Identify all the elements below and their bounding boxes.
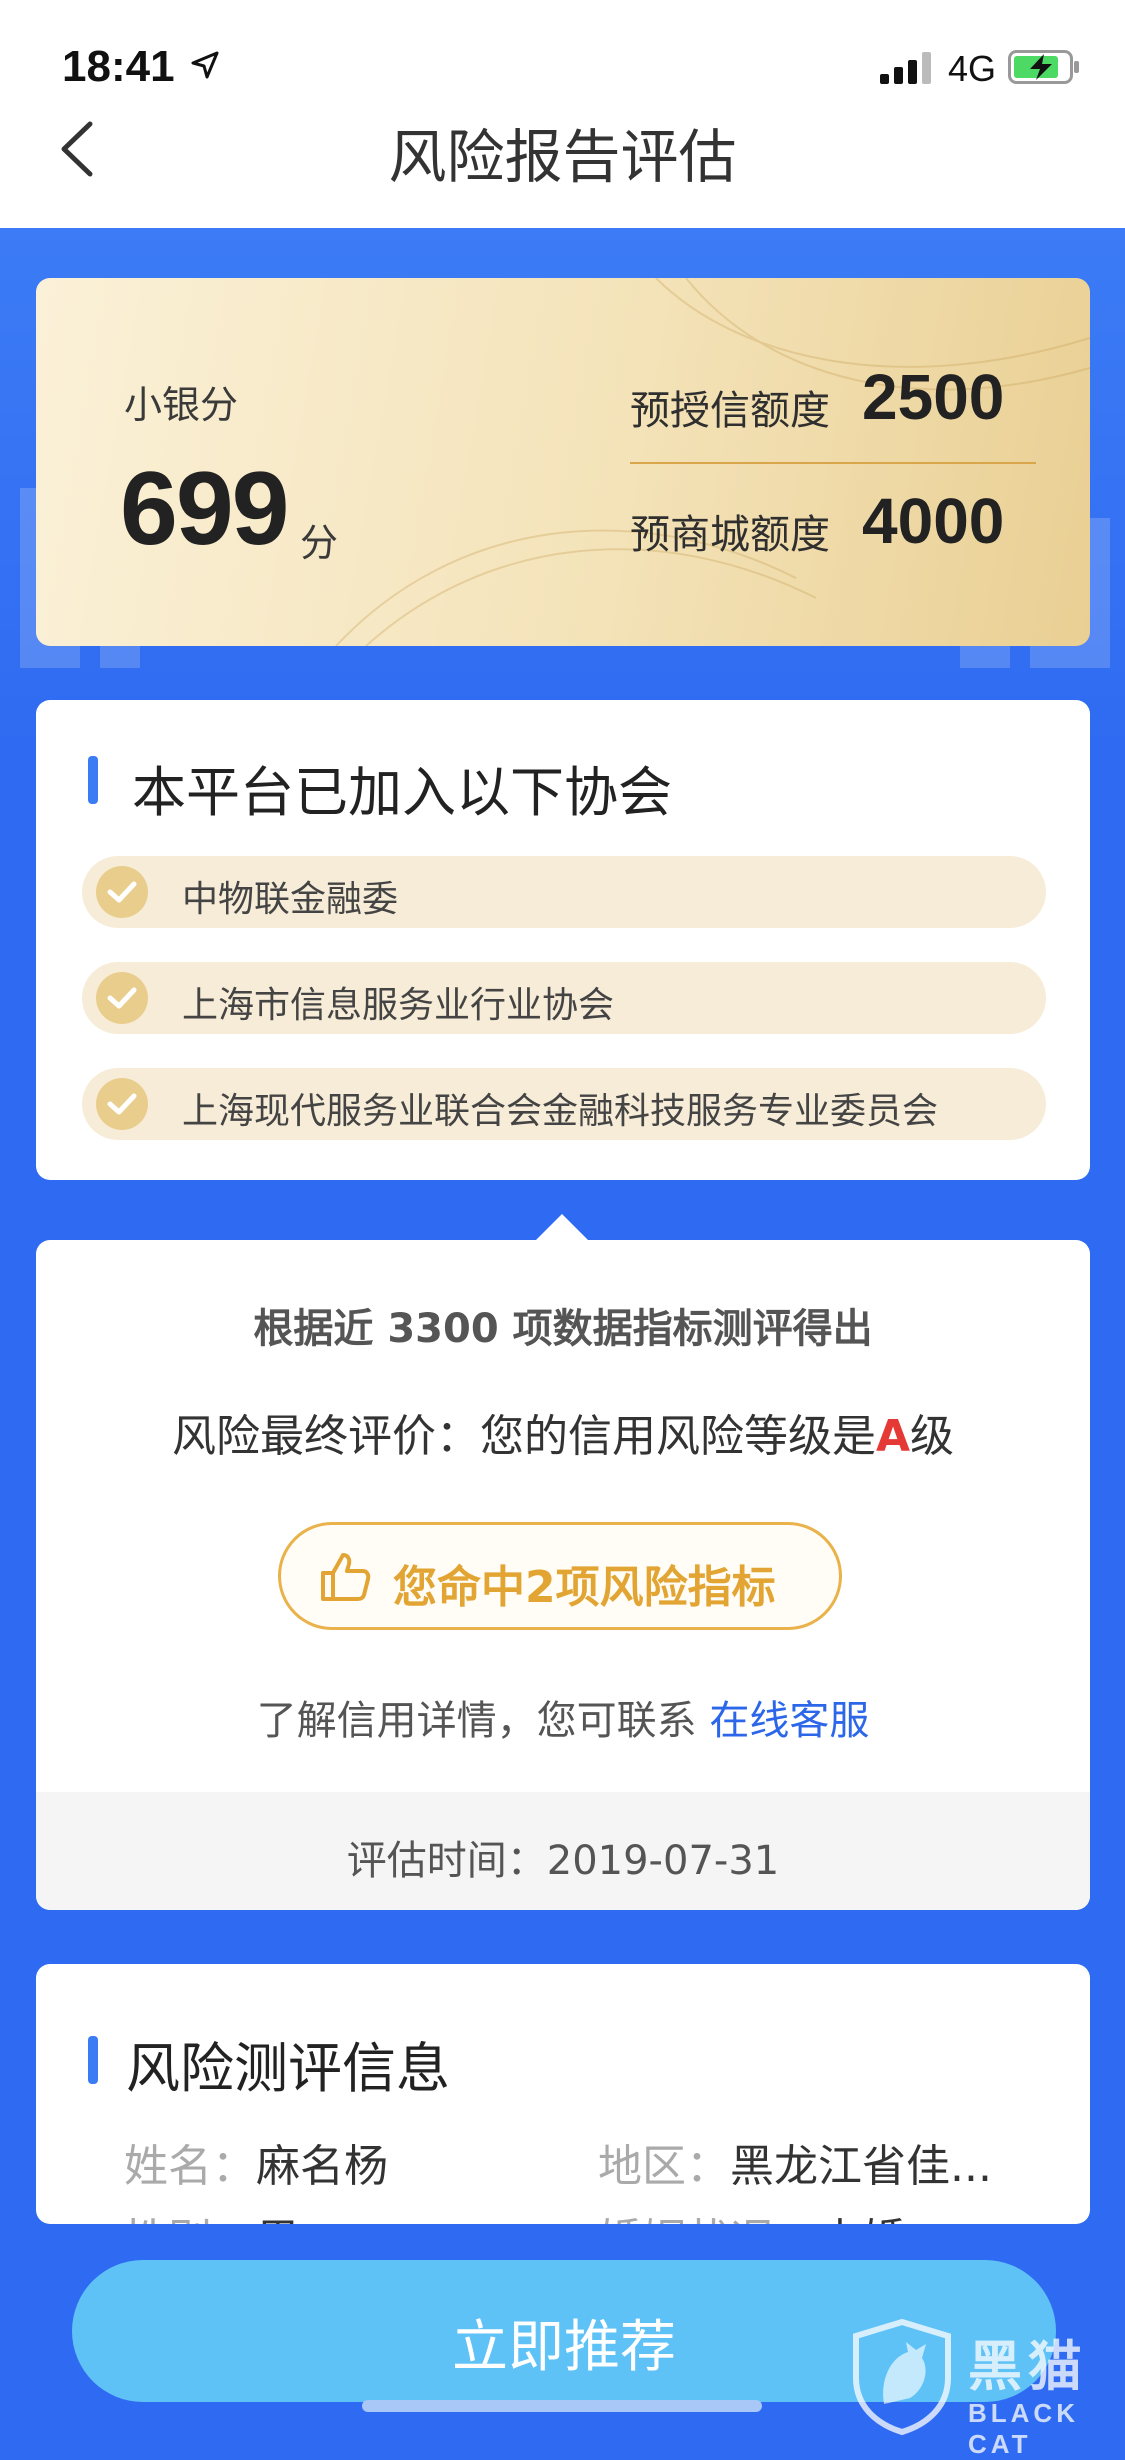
check-icon (96, 866, 148, 918)
info-key: 地区： (598, 2141, 730, 2192)
black-cat-watermark: 黑猫 BLACK CAT (850, 2318, 1120, 2459)
info-value: 麻名杨 (256, 2141, 388, 2192)
section-accent-bar (88, 2036, 98, 2084)
credit-score-card: 小银分 699 分 预授信额度 2500 预商城额度 4000 (36, 278, 1090, 646)
info-value: 黑龙江省佳... (730, 2141, 992, 2192)
info-region-row: 地区：黑龙江省佳... (598, 2130, 992, 2194)
association-item: 上海市信息服务业行业协会 (82, 962, 1046, 1034)
result-subtitle: 根据近 3300 项数据指标测评得出 (253, 1306, 873, 1352)
battery-charging-icon (1008, 50, 1079, 84)
shield-cat-icon (853, 2318, 951, 2436)
risk-info-card: 风险测评信息 姓名：麻名杨 地区：黑龙江省佳... 性别：男 婚姻状况：未婚 (36, 1964, 1090, 2224)
network-label: 4G (948, 48, 997, 89)
home-indicator (362, 2400, 762, 2412)
mall-limit-value: 4000 (862, 485, 1005, 557)
evaluation-time-bar: 评估时间：2019-07-31 (36, 1792, 1090, 1910)
card-divider (630, 462, 1036, 464)
watermark-cn: 黑猫 (968, 2335, 1088, 2398)
info-value: 男 (256, 2215, 300, 2224)
info-title: 风险测评信息 (126, 2037, 450, 2100)
credit-limit-value: 2500 (862, 361, 1005, 433)
location-arrow-icon (191, 51, 219, 79)
risk-final-evaluation: 风险最终评价：您的信用风险等级是A级 (36, 1400, 1090, 1464)
top-bar: 18:41 4G 风险报告评估 (0, 0, 1125, 228)
info-name-row: 姓名：麻名杨 (124, 2130, 388, 2194)
info-key: 婚姻状况： (598, 2215, 818, 2224)
score-label: 小银分 (124, 383, 239, 427)
signal-icon (880, 52, 931, 84)
score-value: 699 (120, 451, 290, 567)
score-unit: 分 (300, 521, 339, 565)
thumbs-up-icon (321, 1553, 371, 1601)
association-item: 上海现代服务业联合会金融科技服务专业委员会 (82, 1068, 1046, 1140)
online-support-link[interactable]: 在线客服 (709, 1698, 869, 1744)
risk-final-prefix: 风险最终评价：您的信用风险等级是 (171, 1411, 876, 1462)
risk-final-suffix: 级 (910, 1411, 955, 1462)
mall-limit-label: 预商城额度 (630, 512, 830, 558)
info-key: 姓名： (124, 2141, 256, 2192)
contact-line: 了解信用详情，您可联系 在线客服 (36, 1688, 1090, 1746)
page-title: 风险报告评估 (388, 123, 737, 191)
info-value: 未婚 (818, 2215, 906, 2224)
section-accent-bar (88, 756, 98, 804)
check-icon (96, 972, 148, 1024)
status-time: 18:41 (62, 42, 175, 91)
risk-indicators-button[interactable]: 您命中2项风险指标 (278, 1522, 842, 1630)
association-item: 中物联金融委 (82, 856, 1046, 928)
association-name: 上海市信息服务业行业协会 (182, 985, 615, 1026)
contact-prefix: 了解信用详情，您可联系 (256, 1698, 710, 1744)
association-name: 中物联金融委 (182, 879, 399, 920)
info-gender-row: 性别：男 (124, 2204, 300, 2224)
watermark-en: BLACK CAT (968, 2398, 1079, 2459)
info-key: 性别： (124, 2215, 256, 2224)
association-name: 上海现代服务业联合会金融科技服务专业委员会 (182, 1091, 939, 1132)
risk-grade: A (875, 1411, 911, 1462)
associations-title: 本平台已加入以下协会 (132, 761, 672, 824)
risk-indicators-label: 您命中2项风险指标 (393, 1562, 776, 1613)
check-icon (96, 1078, 148, 1130)
info-marital-row: 婚姻状况：未婚 (598, 2204, 906, 2224)
credit-limit-label: 预授信额度 (630, 388, 830, 434)
card-pointer (534, 1214, 590, 1242)
risk-result-card: 根据近 3300 项数据指标测评得出 风险最终评价：您的信用风险等级是A级 您命… (36, 1240, 1090, 1910)
associations-card: 本平台已加入以下协会 中物联金融委 上海市信息服务业行业协会 上海现代服务业联合… (36, 700, 1090, 1180)
evaluation-time: 评估时间：2019-07-31 (346, 1838, 780, 1884)
